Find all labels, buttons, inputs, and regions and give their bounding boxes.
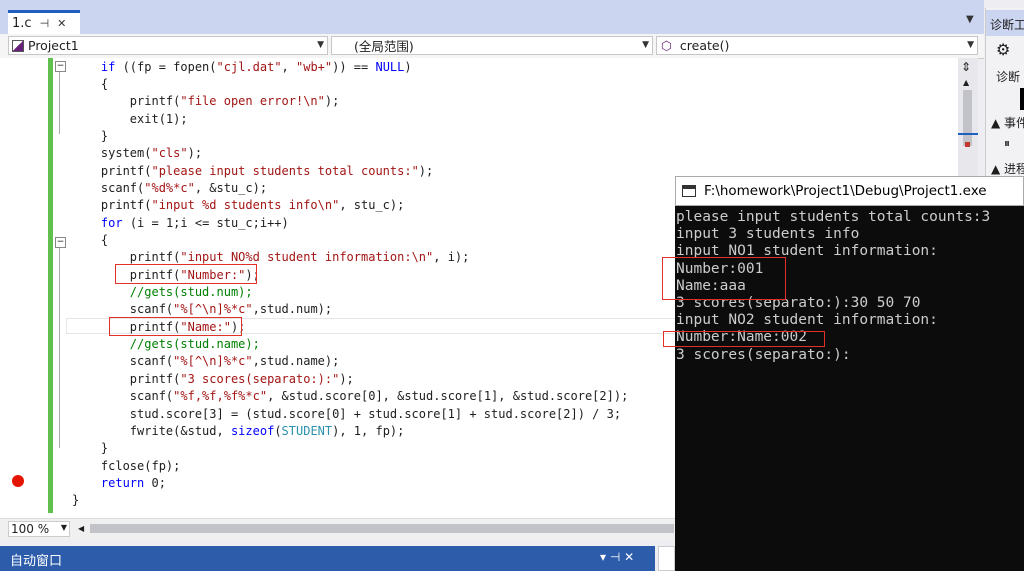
project-dropdown[interactable]: Project1 ▼ [8, 36, 328, 55]
scrollbar-thumb[interactable] [963, 90, 972, 146]
chevron-down-icon: ▼ [317, 40, 324, 50]
tab-overflow-dropdown-icon[interactable]: ▼ [966, 14, 974, 25]
breakpoint-marker [965, 142, 970, 147]
code-line: } [72, 441, 109, 456]
process-section[interactable]: ▲ 进程 [991, 160, 1024, 177]
console-line: 3 scores(separato:): [676, 346, 851, 363]
code-line: stud.score[3] = (stud.score[0] + stud.sc… [72, 406, 622, 421]
code-line: //gets(stud.num); [129, 285, 253, 300]
zoom-dropdown[interactable]: 100 % ▼ [8, 521, 70, 537]
annotation-box-output2 [663, 331, 825, 347]
code-line: scanf("%d%*c", &stu_c); [72, 180, 268, 195]
code-line: scanf("%[^\n]%*c",stud.name); [72, 354, 340, 369]
split-icon[interactable]: ⇕ [961, 60, 971, 74]
horizontal-scrollbar-thumb[interactable] [90, 524, 674, 533]
pause-icon[interactable]: ⏸ [1004, 136, 1010, 151]
pin-icon[interactable]: ⊣ [40, 17, 50, 30]
diagnostics-title[interactable]: 诊断工 [986, 10, 1024, 36]
events-section[interactable]: ▲ 事件 [991, 114, 1024, 131]
code-line: fclose(fp); [72, 458, 181, 473]
breakpoint-icon[interactable] [12, 475, 24, 487]
code-line: printf("please input students total coun… [72, 163, 434, 178]
editor-margin [0, 58, 54, 518]
diagnostics-label: 诊断 [996, 70, 1021, 84]
annotation-box-number [115, 264, 257, 284]
code-line: for (i = 1;i <= stu_c;i++) [100, 215, 289, 230]
console-title: F:\homework\Project1\Debug\Project1.exe [704, 183, 987, 199]
chevron-down-icon: ▼ [642, 40, 649, 50]
gear-icon[interactable]: ⚙ [996, 40, 1010, 59]
navigation-bar: Project1 ▼ (全局范围) ▼ ⬡ create() ▼ [0, 34, 984, 59]
outline-line [59, 72, 60, 134]
code-line: fwrite(&stud, sizeof(STUDENT), 1, fp); [72, 423, 405, 438]
zoom-level: 100 % [11, 522, 50, 536]
code-line: { [72, 233, 109, 247]
code-line: system("cls"); [72, 146, 203, 161]
scroll-left-icon[interactable]: ◀ [78, 524, 84, 533]
scope-label: (全局范围) [354, 39, 414, 54]
function-label: create() [679, 38, 730, 53]
code-line: printf("3 scores(separato:):"); [72, 371, 354, 386]
code-line: //gets(stud.name); [129, 337, 260, 352]
close-icon[interactable]: ✕ [57, 17, 66, 30]
console-line: input NO2 student information: [676, 312, 938, 329]
console-app-icon [682, 185, 696, 197]
project-label: Project1 [28, 38, 79, 53]
scroll-up-icon[interactable]: ▲ [963, 78, 969, 87]
project-icon [12, 39, 24, 52]
document-tab-strip: 1.c ⊣ ✕ ▼ [0, 0, 984, 34]
console-window[interactable]: F:\homework\Project1\Debug\Project1.exe … [662, 176, 1024, 571]
code-line: } [72, 493, 80, 508]
timeline-bar [1020, 88, 1024, 110]
change-tracking-bar [48, 58, 53, 513]
code-line: exit(1); [72, 111, 188, 126]
chevron-down-icon: ▼ [967, 40, 974, 50]
outline-line [59, 248, 60, 448]
side-tab-stub[interactable] [658, 546, 675, 571]
annotation-box-name [109, 317, 242, 336]
tab-label: 1.c [12, 16, 32, 31]
scope-dropdown[interactable]: (全局范围) ▼ [331, 36, 653, 55]
console-line: please input students total counts:3 [676, 209, 991, 225]
code-line: if ((fp = fopen("cjl.dat", "wb+")) == NU… [100, 59, 412, 74]
code-line: } [72, 128, 109, 143]
annotation-box-output1 [662, 257, 786, 300]
code-line: return 0; [100, 475, 166, 490]
console-titlebar[interactable]: F:\homework\Project1\Debug\Project1.exe [675, 176, 1024, 206]
auto-window-panel[interactable]: 自动窗口 ▾ ⊣ ✕ [0, 546, 655, 571]
code-line: { [72, 76, 109, 91]
code-line: printf("input %d students info\n", stu_c… [72, 198, 405, 213]
console-line: input 3 students info [676, 226, 860, 243]
code-line: printf("file open error!\n"); [72, 94, 340, 109]
code-line: scanf("%f,%f,%f%*c", &stud.score[0], &st… [72, 389, 629, 404]
function-dropdown[interactable]: ⬡ create() ▼ [656, 36, 978, 55]
chevron-down-icon: ▼ [60, 523, 67, 532]
auto-window-controls[interactable]: ▾ ⊣ ✕ [600, 550, 634, 564]
function-icon: ⬡ [661, 38, 672, 53]
collapse-icon[interactable]: − [55, 61, 66, 72]
tab-1c[interactable]: 1.c ⊣ ✕ [8, 10, 80, 34]
collapse-icon[interactable]: − [55, 237, 66, 248]
scroll-position-marker [958, 133, 978, 135]
auto-window-title: 自动窗口 [10, 554, 63, 569]
